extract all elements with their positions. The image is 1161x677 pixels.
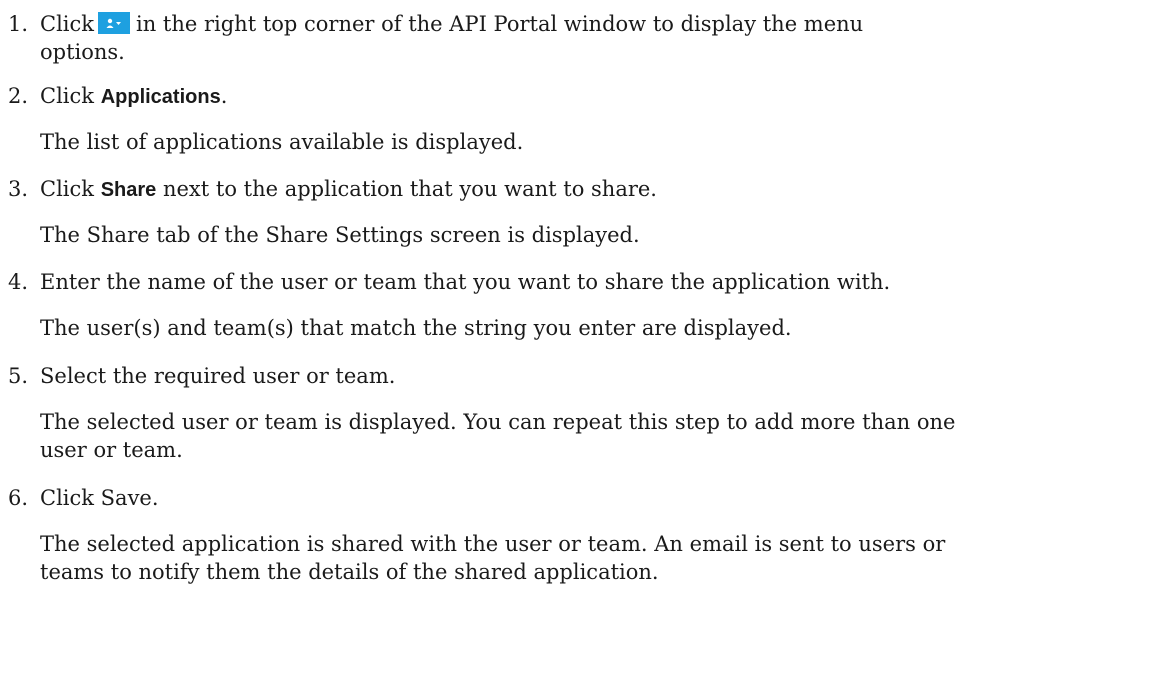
step-result: The selected user or team is displayed. …	[40, 410, 956, 434]
step-result: The Share tab of the Share Settings scre…	[40, 223, 640, 247]
step-text: Click Save.	[40, 486, 159, 510]
step-text: Select the required user or team.	[40, 364, 396, 388]
step-number: 3.	[8, 177, 29, 201]
ui-term-applications: Applications	[100, 86, 221, 108]
step-text: Click in the right top corner of the API …	[40, 12, 864, 36]
step-result: The selected application is shared with …	[40, 532, 946, 556]
step-text: Enter the name of the user or team that …	[40, 270, 891, 294]
step-number: 6.	[8, 486, 29, 510]
step-number: 1.	[8, 12, 29, 36]
step-number: 4.	[8, 270, 29, 294]
step-result: The list of applications available is di…	[40, 130, 524, 154]
step-number: 2.	[8, 84, 29, 108]
ui-term-share: Share	[100, 179, 157, 201]
step-result-continued: teams to notify them the details of the …	[40, 560, 659, 584]
step-number: 5.	[8, 364, 29, 388]
step-text: Click Share next to the application that…	[40, 177, 657, 201]
user-menu-icon	[98, 12, 130, 34]
step-result-continued: user or team.	[40, 438, 183, 462]
step-result: The user(s) and team(s) that match the s…	[40, 316, 792, 340]
step-text-continued: options.	[40, 40, 125, 64]
step-text: Click Applications.	[40, 84, 228, 108]
